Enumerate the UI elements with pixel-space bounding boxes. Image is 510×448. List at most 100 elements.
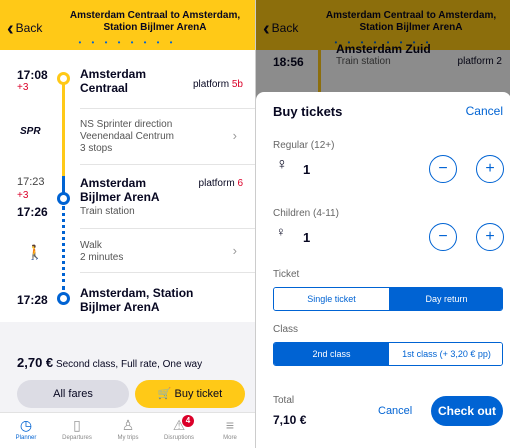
bottom-nav: ◷ Planner ▯ Departures ♙ My trips ⚠ 4 Di… <box>0 412 255 448</box>
platform-number: 6 <box>237 178 243 189</box>
nav-planner[interactable]: ◷ Planner <box>1 415 51 441</box>
transfer-departure-time: 17:26 <box>17 205 48 219</box>
walk-info[interactable]: Walk 2 minutes <box>80 240 123 264</box>
train-stops: 3 stops <box>80 143 113 154</box>
title-line-1: Amsterdam Centraal to Amsterdam, <box>69 10 241 21</box>
transfer-platform: platform 6 <box>199 178 243 189</box>
arrival-station-line2: Bijlmer ArenA <box>80 300 160 314</box>
cart-icon: 🛒 <box>157 388 172 400</box>
ticket-type-selector: Single ticket Day return <box>273 287 503 311</box>
train-destination: Veenendaal Centrum <box>80 131 174 142</box>
buy-tickets-screen: ‹ Back Amsterdam Centraal to Amsterdam, S… <box>255 0 510 448</box>
page-title: Amsterdam Centraal to Amsterdam, Station… <box>60 10 250 34</box>
divider <box>80 228 255 229</box>
cancel-button[interactable]: Cancel <box>378 405 412 417</box>
transfer-delay: +3 <box>17 190 29 201</box>
day-return-option[interactable]: Day return <box>389 288 502 310</box>
nav-my-trips[interactable]: ♙ My trips <box>103 415 153 441</box>
all-fares-button[interactable]: All fares <box>17 380 129 408</box>
cancel-link[interactable]: Cancel <box>466 104 503 118</box>
departure-station-line1: Amsterdam <box>80 67 147 81</box>
fare-price: 2,70 € <box>17 355 54 370</box>
nav-label: Departures <box>62 435 92 441</box>
total-price: 7,10 € <box>273 413 307 427</box>
departure-delay: +3 <box>17 82 29 93</box>
divider <box>80 164 255 165</box>
total-label: Total <box>273 395 295 406</box>
fare-description: Second class, Full rate, One way <box>55 359 203 370</box>
arrival-node <box>57 292 70 305</box>
departure-platform: platform 5b <box>193 79 243 90</box>
warning-icon: ⚠ <box>172 417 186 433</box>
transfer-station-line1: Amsterdam <box>80 176 147 190</box>
chevron-right-icon[interactable]: › <box>233 128 237 143</box>
arrival-station-line1: Amsterdam, Station <box>80 286 194 300</box>
back-label: Back <box>15 21 43 35</box>
journey-screen: ‹ Back Amsterdam Centraal to Amsterdam, S… <box>0 0 255 448</box>
checkout-button[interactable]: Check out <box>431 396 503 426</box>
divider <box>80 272 255 273</box>
arrival-station[interactable]: Amsterdam, Station Bijlmer ArenA <box>80 286 193 314</box>
disruptions-badge: 4 <box>182 415 194 427</box>
regular-count: 1 <box>303 162 311 177</box>
departure-station[interactable]: Amsterdam Centraal <box>80 67 146 95</box>
header-bar: ‹ Back Amsterdam Centraal to Amsterdam, S… <box>0 0 255 50</box>
children-count: 1 <box>303 230 311 245</box>
nav-disruptions[interactable]: ⚠ 4 Disruptions <box>154 415 204 441</box>
transfer-node <box>57 192 70 205</box>
transfer-arrival-time: 17:23 <box>17 176 45 188</box>
nav-label: More <box>223 435 237 441</box>
regular-plus-button[interactable]: + <box>476 155 504 183</box>
nav-label: My trips <box>117 435 139 441</box>
nav-more[interactable]: ≡ More <box>205 415 255 441</box>
regular-minus-button[interactable]: − <box>429 155 457 183</box>
clock-icon: ◷ <box>19 417 33 433</box>
person-icon: ♀ <box>276 156 288 173</box>
child-icon: ♀ <box>276 224 286 239</box>
train-type: SPR <box>20 126 41 137</box>
menu-icon: ≡ <box>225 417 235 433</box>
transfer-kind: Train station <box>80 206 135 217</box>
walk-duration: 2 minutes <box>80 252 124 263</box>
platform-label: platform <box>192 79 230 90</box>
page-indicator[interactable]: • • • • • • • • <box>0 38 255 47</box>
route-line-train <box>62 84 65 176</box>
buy-tickets-sheet: Buy tickets Cancel Regular (12+) ♀ 1 − +… <box>256 92 510 448</box>
nav-label: Disruptions <box>163 435 194 441</box>
train-direction: NS Sprinter direction <box>80 119 173 130</box>
departure-time: 17:08 <box>17 68 48 82</box>
chevron-left-icon: ‹ <box>7 18 14 40</box>
nav-label: Planner <box>15 435 37 441</box>
route-line-walk <box>62 206 65 290</box>
title-line-2: Station Bijlmer ArenA <box>103 22 207 33</box>
first-class-option[interactable]: 1st class (+ 3,20 € pp) <box>389 343 502 365</box>
regular-label: Regular (12+) <box>273 140 335 151</box>
buy-ticket-button[interactable]: 🛒 Buy ticket <box>135 380 245 408</box>
children-label: Children (4-11) <box>273 208 339 219</box>
class-label: Class <box>273 324 299 335</box>
arrival-time: 17:28 <box>17 293 48 307</box>
train-info[interactable]: NS Sprinter direction Veenendaal Centrum… <box>80 119 174 155</box>
departure-station-line2: Centraal <box>80 81 129 95</box>
class-selector: 2nd class 1st class (+ 3,20 € pp) <box>273 342 503 366</box>
person-star-icon: ♙ <box>121 417 135 433</box>
train-icon: ▯ <box>73 417 81 433</box>
divider <box>80 108 255 109</box>
walk-icon: 🚶 <box>26 244 44 260</box>
ticket-label: Ticket <box>273 269 300 280</box>
single-ticket-option[interactable]: Single ticket <box>274 288 389 310</box>
departure-node <box>57 72 70 85</box>
chevron-right-icon[interactable]: › <box>233 243 237 258</box>
platform-label: platform <box>198 178 235 189</box>
fare-summary: 2,70 € Second class, Full rate, One way <box>17 355 202 370</box>
children-minus-button[interactable]: − <box>429 223 457 251</box>
second-class-option[interactable]: 2nd class <box>274 343 389 365</box>
buy-ticket-label: Buy ticket <box>174 388 223 400</box>
transfer-station-line2: Bijlmer ArenA <box>80 190 160 204</box>
nav-departures[interactable]: ▯ Departures <box>52 415 102 441</box>
sheet-title: Buy tickets <box>273 104 343 119</box>
platform-number: 5b <box>231 79 243 90</box>
walk-label: Walk <box>80 240 102 251</box>
transfer-station[interactable]: Amsterdam Bijlmer ArenA <box>80 176 160 204</box>
children-plus-button[interactable]: + <box>476 223 504 251</box>
